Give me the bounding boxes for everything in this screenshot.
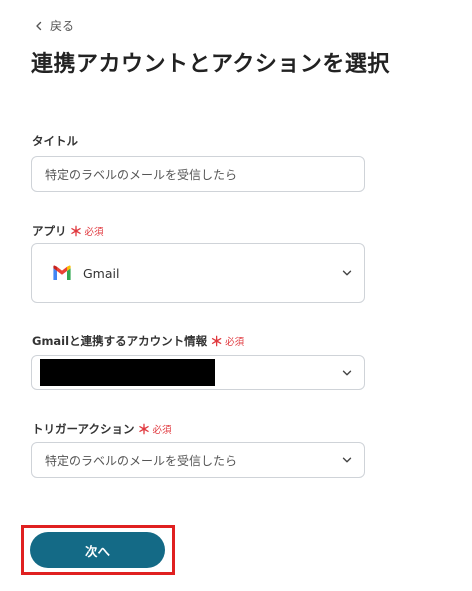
gmail-icon xyxy=(53,265,71,280)
app-select-value: Gmail xyxy=(83,265,120,281)
trigger-label-text: トリガーアクション xyxy=(32,421,135,436)
chevron-down-icon xyxy=(342,457,352,463)
back-link[interactable]: 戻る xyxy=(34,17,74,34)
account-label-text: Gmailと連携するアカウント情報 xyxy=(32,333,208,348)
required-text: 必須 xyxy=(152,424,172,436)
page-title: 連携アカウントとアクションを選択 xyxy=(31,52,390,77)
redacted-account-value xyxy=(40,359,215,386)
required-star: ＊ xyxy=(137,423,151,438)
title-input[interactable]: 特定のラベルのメールを受信したら xyxy=(31,156,365,192)
chevron-left-icon xyxy=(36,21,42,30)
required-star: ＊ xyxy=(210,335,224,350)
app-label: アプリ ＊ 必須 xyxy=(32,221,104,241)
next-button[interactable]: 次へ xyxy=(30,532,165,568)
trigger-select-value: 特定のラベルのメールを受信したら xyxy=(45,453,238,468)
app-label-text: アプリ xyxy=(32,223,67,238)
title-input-value: 特定のラベルのメールを受信したら xyxy=(45,167,238,182)
page: 戻る 連携アカウントとアクションを選択 タイトル 特定のラベルのメールを受信した… xyxy=(0,0,472,591)
required-text: 必須 xyxy=(84,226,104,238)
title-label-text: タイトル xyxy=(32,134,78,148)
title-label: タイトル xyxy=(32,133,78,149)
trigger-label: トリガーアクション ＊ 必須 xyxy=(32,419,172,439)
app-select[interactable]: Gmail xyxy=(31,243,365,303)
trigger-select[interactable]: 特定のラベルのメールを受信したら xyxy=(31,442,365,478)
account-label: Gmailと連携するアカウント情報 ＊ 必須 xyxy=(32,331,245,351)
chevron-down-icon xyxy=(342,270,352,276)
chevron-down-icon xyxy=(342,370,352,375)
required-text: 必須 xyxy=(225,336,245,348)
required-star: ＊ xyxy=(69,225,83,240)
account-select[interactable] xyxy=(31,355,365,390)
back-label: 戻る xyxy=(50,19,75,33)
